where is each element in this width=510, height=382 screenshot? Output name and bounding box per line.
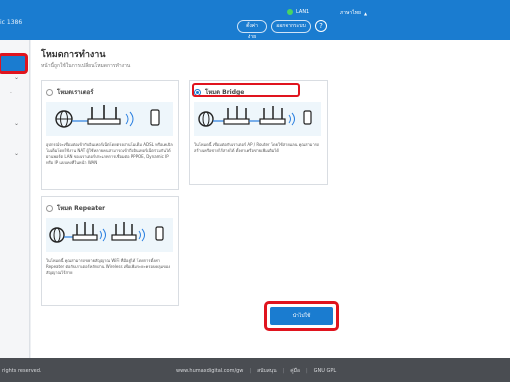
mode-description: อุปกรณ์จะเชื่อมต่อเข้ากับอินเทอร์เน็ตโดย… (46, 142, 173, 165)
repeater-mode-radio[interactable] (46, 204, 53, 212)
sidebar: ⌄ · ⌄ ⌄ (0, 40, 30, 358)
footer-link-website[interactable]: www.humaxdigital.com/gw (176, 368, 243, 374)
main-panel: โหมดการทำงาน หน้านี้ถูกใช้ในการเปลี่ยนโห… (31, 40, 510, 358)
mode-card-repeater[interactable]: โหมด Repeater ในโหมดนี้ คุณสามารถขยายสัญ… (41, 196, 179, 306)
status-label: LAN1 (296, 9, 310, 15)
top-bar: ic 1386 LAN1 ภาษาไทย ▲ ตั้งค่าง่าย ออกจา… (0, 0, 510, 40)
easy-setup-button[interactable]: ตั้งค่าง่าย (237, 20, 267, 40)
footer-links: www.humaxdigital.com/gw | สนับสนุน | คู่… (176, 367, 336, 375)
logout-button[interactable]: ออกจากระบบ (271, 20, 311, 33)
repeater-mode-illustration (46, 218, 173, 252)
bridge-mode-illustration (194, 102, 321, 136)
app-root: ic 1386 LAN1 ภาษาไทย ▲ ตั้งค่าง่าย ออกจา… (0, 0, 510, 382)
footer: rights reserved. www.humaxdigital.com/gw… (0, 358, 510, 382)
mode-description: ในโหมดนี้ คุณสามารถขยายสัญญาณ WiFi ที่มี… (46, 258, 171, 275)
mode-option-router[interactable]: โหมดเราเตอร์ (46, 85, 173, 99)
footer-separator: | (305, 368, 308, 374)
router-mode-radio[interactable] (46, 88, 53, 96)
chevron-down-icon[interactable]: ⌄ (14, 74, 19, 81)
page-subtitle: หน้านี้ถูกใช้ในการเปลี่ยนโหมดการทำงาน (41, 63, 131, 69)
footer-link-gpl[interactable]: GNU GPL (314, 368, 337, 374)
copyright-text: rights reserved. (2, 368, 42, 374)
sidebar-highlight-box (0, 53, 28, 74)
status-dot-icon (287, 9, 293, 15)
language-label: ภาษาไทย (340, 10, 361, 16)
model-name: ic 1386 (0, 19, 23, 26)
mode-label: โหมดเราเตอร์ (57, 89, 94, 96)
chevron-down-icon[interactable]: ⌄ (14, 120, 19, 127)
bridge-diagram-icon (198, 106, 312, 127)
footer-separator: | (282, 368, 285, 374)
apply-button[interactable]: นำไปใช้ (270, 307, 333, 325)
language-selector[interactable]: ภาษาไทย ▲ (340, 9, 367, 17)
router-mode-illustration (46, 102, 173, 136)
help-icon[interactable]: ? (315, 20, 327, 32)
caret-down-icon: ▲ (363, 10, 368, 16)
sidebar-dot-icon: · (10, 90, 12, 97)
chevron-down-icon[interactable]: ⌄ (14, 150, 19, 157)
mode-card-bridge[interactable]: โหมด Bridge ในโหมดนี้ เชื่อมต่อกับเราเตอ… (189, 80, 328, 185)
router-diagram-icon (55, 105, 160, 128)
mode-card-router[interactable]: โหมดเราเตอร์ อุปกรณ์จะเชื่อมต่อเข้ากับอิ… (41, 80, 179, 190)
footer-link-support[interactable]: สนับสนุน (257, 367, 277, 375)
selection-highlight-box (192, 83, 300, 97)
repeater-diagram-icon (49, 222, 164, 243)
footer-link-manual[interactable]: คู่มือ (290, 367, 300, 375)
footer-separator: | (249, 368, 252, 374)
mode-label: โหมด Repeater (57, 205, 106, 212)
mode-description: ในโหมดนี้ เชื่อมต่อกับเราเตอร์ AP / Rout… (194, 142, 320, 153)
page-title: โหมดการทำงาน (41, 50, 106, 60)
mode-option-repeater[interactable]: โหมด Repeater (46, 201, 173, 215)
connection-status: LAN1 (287, 9, 309, 15)
